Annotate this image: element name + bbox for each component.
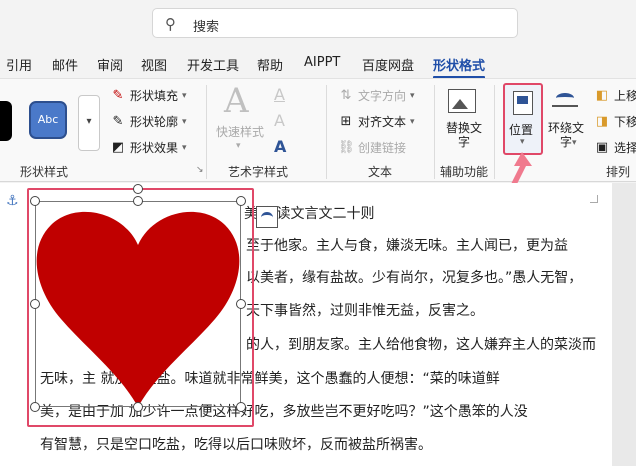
resize-handle-top[interactable] — [133, 196, 143, 206]
quick-styles-icon: A — [224, 81, 249, 121]
shape-style-gallery-more[interactable]: ▾ — [78, 95, 100, 151]
search-icon: ⚲ — [165, 15, 176, 33]
position-icon — [513, 91, 533, 115]
position-button[interactable]: 位置 ▾ — [503, 83, 543, 155]
text-direction-label: 文字方向 — [358, 89, 407, 103]
text-effects-icon[interactable]: A — [274, 137, 286, 156]
align-text-label: 对齐文本 — [358, 115, 407, 129]
alt-text-button[interactable]: 替换文字 — [444, 121, 484, 149]
tab-references[interactable]: 引用 — [6, 55, 32, 74]
chevron-down-icon: ▾ — [572, 138, 577, 148]
page-margin-corner — [590, 195, 598, 203]
ribbon-tabs: 引用 邮件 审阅 视图 开发工具 帮助 AIPPT 百度网盘 形状格式 — [0, 50, 636, 79]
tab-baidu-netdisk[interactable]: 百度网盘 — [362, 55, 414, 74]
quick-styles-button[interactable]: 快速样式 — [216, 123, 264, 140]
tab-shape-format[interactable]: 形状格式 — [433, 55, 486, 79]
chevron-down-icon: ▾ — [520, 137, 525, 147]
text-line: 有智慧，只是空口吃盐，吃得以后口味败坏，反而被盐所祸害。 — [40, 437, 432, 453]
text-direction-button[interactable]: ⇅ 文字方向 ▾ — [338, 87, 415, 104]
resize-handle-bottom-right[interactable] — [236, 402, 246, 412]
send-backward-icon: ◨ — [595, 114, 609, 129]
tab-help[interactable]: 帮助 — [257, 55, 283, 74]
shape-outline-button[interactable]: ✎ 形状轮廓 ▾ — [110, 113, 187, 130]
chevron-down-icon: ▾ — [410, 116, 415, 127]
bring-forward-label: 上移 — [614, 89, 636, 103]
tab-view[interactable]: 视图 — [141, 55, 167, 74]
rotate-handle[interactable] — [133, 184, 143, 194]
shape-outline-label: 形状轮廓 — [130, 115, 179, 129]
text-outline-icon[interactable]: A — [274, 111, 285, 130]
group-label-accessibility: 辅助功能 — [440, 165, 489, 179]
align-text-icon: ⊞ — [340, 114, 352, 129]
resize-handle-top-left[interactable] — [30, 196, 40, 206]
resize-handle-right[interactable] — [236, 299, 246, 309]
anchor-icon: ⚓ — [6, 193, 19, 209]
text-direction-icon: ⇅ — [340, 88, 352, 103]
chevron-down-icon: ▾ — [182, 116, 187, 127]
selection-pane-label: 选择 — [614, 141, 636, 155]
resize-handle-top-right[interactable] — [236, 196, 246, 206]
shape-fill-button[interactable]: ✎ 形状填充 ▾ — [110, 87, 187, 104]
send-backward-label: 下移 — [614, 115, 636, 129]
wrap-text-button[interactable]: 环绕文字 — [546, 121, 586, 149]
create-link-label: 创建链接 — [358, 141, 407, 155]
tab-developer[interactable]: 开发工具 — [187, 55, 239, 74]
chevron-down-icon: ▾ — [410, 90, 415, 101]
search-box[interactable]: ⚲ 搜索 — [152, 8, 518, 38]
shape-effects-label: 形状效果 — [130, 141, 179, 155]
resize-handle-bottom[interactable] — [133, 402, 143, 412]
send-backward-button[interactable]: ◨ 下移 — [594, 113, 636, 130]
search-placeholder: 搜索 — [193, 20, 220, 35]
shape-style-swatch-black[interactable] — [0, 101, 12, 141]
resize-handle-left[interactable] — [30, 299, 40, 309]
text-line: 以美者，缘有盐故。少有尚尔，况复多也。”愚人无智， — [246, 270, 583, 286]
chevron-down-icon: ▾ — [236, 141, 241, 151]
text-line: 天下事皆然，过则非惟无益，反害之。 — [246, 303, 484, 319]
text-fill-icon[interactable]: A — [274, 85, 285, 104]
bring-forward-button[interactable]: ◧ 上移 — [594, 87, 636, 104]
tab-mailings[interactable]: 邮件 — [52, 55, 78, 74]
dialog-launcher-icon[interactable]: ↘ — [196, 165, 204, 175]
shape-bounding-box — [35, 201, 241, 407]
layout-options-icon[interactable] — [256, 206, 278, 228]
text-line: 至于他家。主人与食，嫌淡无味。主人闻已，更为益 — [246, 238, 568, 254]
group-separator — [326, 85, 327, 179]
tab-review[interactable]: 审阅 — [97, 55, 123, 74]
group-label-shape-styles: 形状样式 — [20, 165, 69, 179]
selection-pane-button[interactable]: ▣ 选择 — [594, 139, 636, 156]
position-label: 位置 — [509, 123, 534, 137]
create-link-button[interactable]: ⛓ 创建链接 — [338, 139, 406, 156]
alt-text-icon — [448, 89, 476, 113]
group-label-wordart-styles: 艺术字样式 — [228, 165, 289, 179]
pen-icon: ✎ — [112, 114, 124, 129]
bring-forward-icon: ◧ — [595, 88, 609, 103]
ribbon: Abc ▾ ✎ 形状填充 ▾ ✎ 形状轮廓 ▾ ◩ 形状效果 ▾ 形状样式 ↘ … — [0, 78, 636, 182]
shape-effects-button[interactable]: ◩ 形状效果 ▾ — [110, 139, 187, 156]
chevron-down-icon: ▾ — [182, 90, 187, 101]
group-separator — [494, 85, 495, 179]
title-bar: ⚲ 搜索 — [0, 0, 636, 46]
wrap-text-icon — [552, 89, 578, 111]
link-icon: ⛓ — [338, 140, 355, 155]
shape-effects-icon: ◩ — [111, 140, 125, 155]
align-text-button[interactable]: ⊞ 对齐文本 ▾ — [338, 113, 415, 130]
resize-handle-bottom-left[interactable] — [30, 402, 40, 412]
group-label-arrange: 排列 — [606, 165, 631, 179]
group-separator — [434, 85, 435, 179]
text-line: 的人，到朋友家。主人给他食物，这人嫌弃主人的菜淡而 — [246, 337, 596, 353]
group-label-text: 文本 — [368, 165, 393, 179]
shape-fill-label: 形状填充 — [130, 89, 179, 103]
selection-pane-icon: ▣ — [595, 140, 609, 155]
shape-style-swatch-blue[interactable]: Abc — [29, 101, 67, 139]
group-separator — [206, 85, 207, 179]
tab-aippt[interactable]: AIPPT — [304, 55, 340, 70]
chevron-down-icon: ▾ — [182, 142, 187, 153]
paint-bucket-icon: ✎ — [112, 88, 124, 103]
